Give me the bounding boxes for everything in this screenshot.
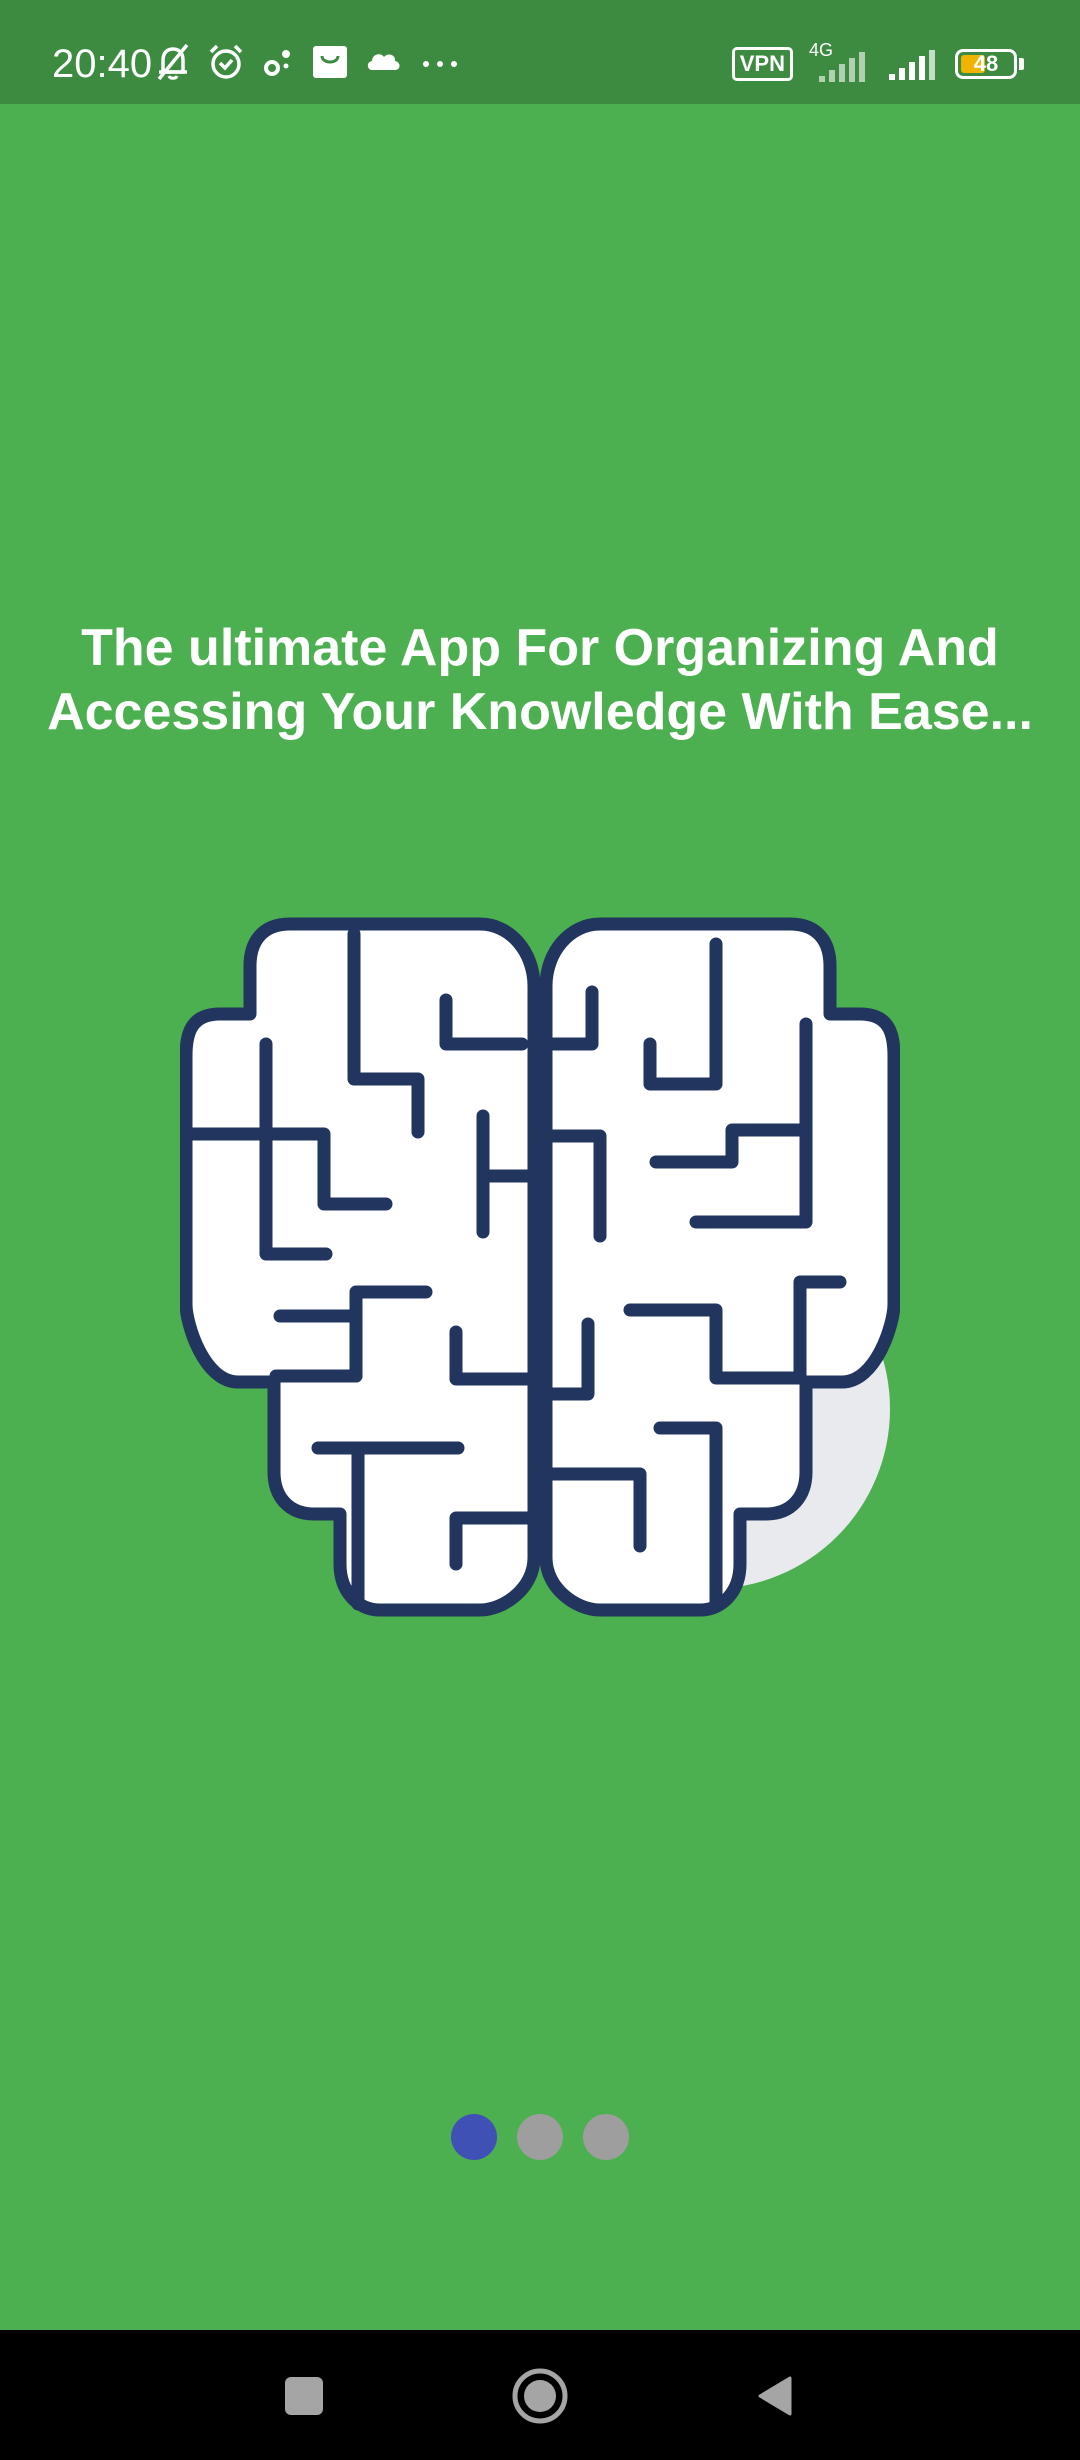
notification-icons [154,36,462,92]
onboarding-headline: The ultimate App For Organizing And Acce… [30,616,1050,744]
page-indicator [0,2114,1080,2160]
back-button[interactable] [736,2356,816,2436]
home-button[interactable] [500,2356,580,2436]
page-dot-1[interactable] [451,2114,497,2160]
recents-button[interactable] [264,2356,344,2436]
system-navigation-bar [0,2330,1080,2460]
battery-level-text: 48 [973,51,999,76]
alarm-icon [206,42,246,87]
page-dot-3[interactable] [583,2114,629,2160]
home-circle-icon [512,2368,568,2424]
signal-icon [887,42,939,87]
wifi-gear-icon [260,42,296,87]
battery-tip [1019,58,1024,70]
status-time: 20:40 [52,42,153,86]
bell-off-icon [154,42,192,87]
vpn-icon: VPN [731,47,793,81]
battery-icon: 48 [955,49,1017,79]
cloud-icon [364,42,404,87]
brain-maze-icon [180,917,900,1617]
onboarding-screen: 20:40 VPN 4G 48 The ultimate App For Org… [0,0,1080,2460]
status-bar: 20:40 VPN 4G 48 [0,0,1080,104]
shopping-bag-icon [310,42,350,87]
recents-square-icon [285,2377,323,2415]
page-dot-2[interactable] [517,2114,563,2160]
system-status-icons: VPN 4G 48 [731,36,1024,92]
signal-4g-icon: 4G [809,40,871,84]
headline-line-1: The ultimate App For Organizing And [81,619,999,677]
back-triangle-icon [758,2376,792,2416]
headline-line-2: Accessing Your Knowledge With Ease... [47,683,1033,741]
more-dots-icon [418,42,462,87]
